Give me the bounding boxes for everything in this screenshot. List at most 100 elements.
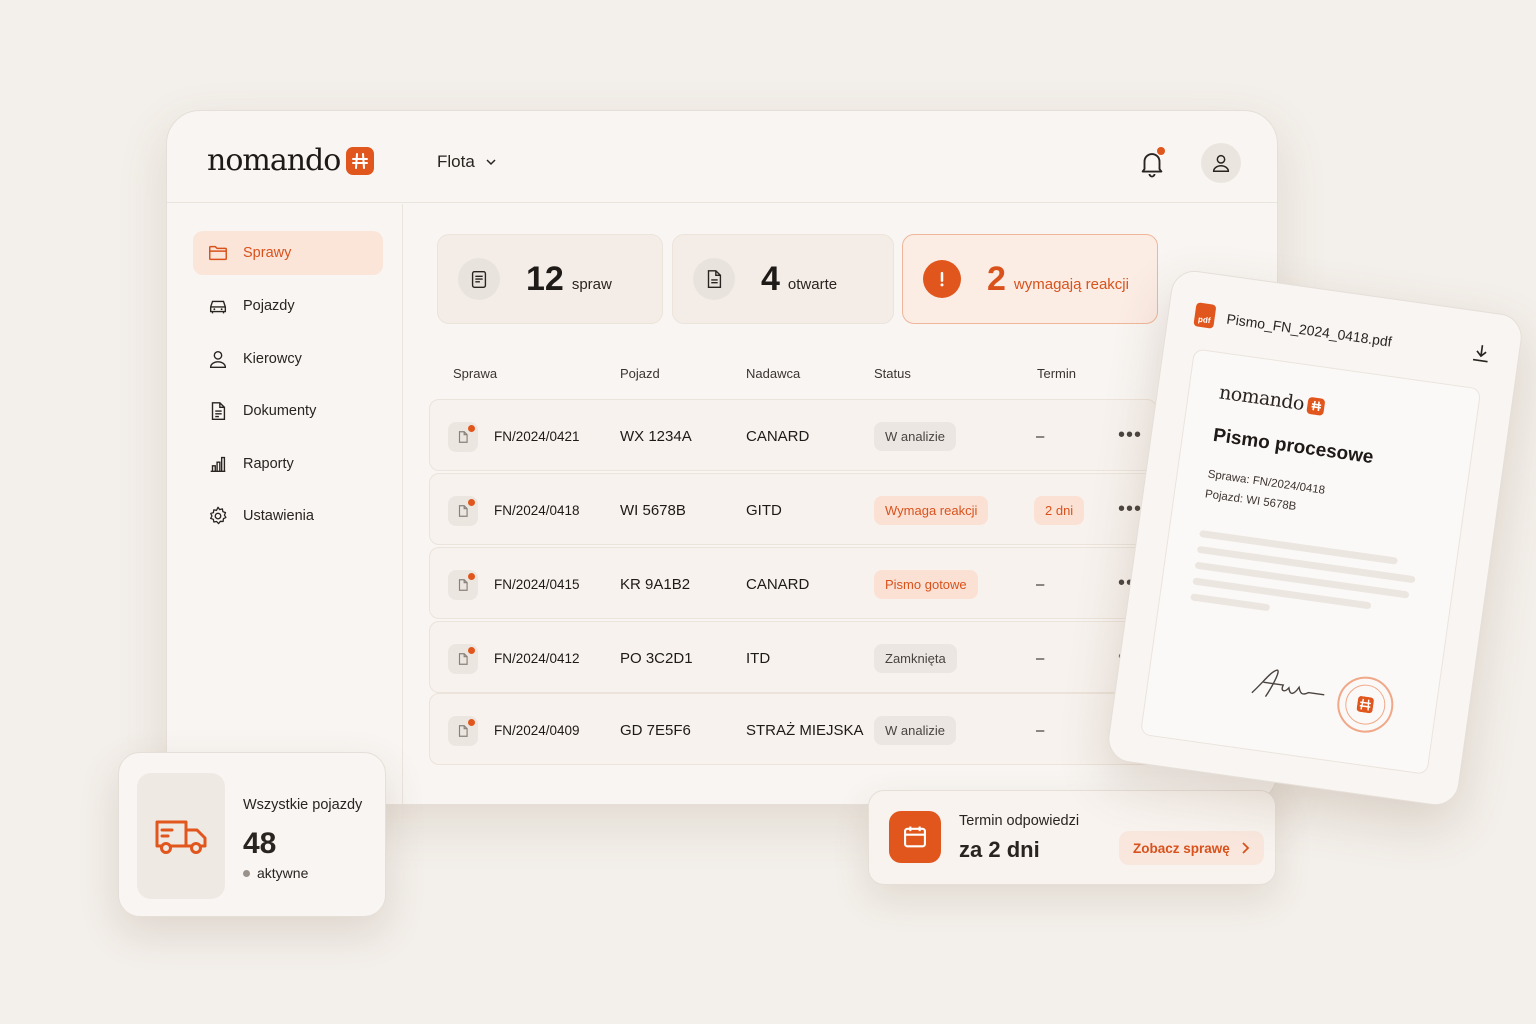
case-id[interactable]: FN/2024/0415	[494, 548, 580, 620]
brand-name: nomando	[207, 143, 341, 178]
case-id[interactable]: FN/2024/0418	[494, 474, 580, 546]
case-id[interactable]: FN/2024/0421	[494, 400, 580, 472]
sender: GITD	[746, 501, 782, 519]
document-brand-name: nomando	[1217, 381, 1306, 416]
column-header-vehicle[interactable]: Pojazd	[620, 366, 660, 381]
brand-mark-icon	[1306, 396, 1326, 416]
column-header-status[interactable]: Status	[874, 366, 911, 381]
vehicles-summary-card[interactable]: Wszystkie pojazdy 48 aktywne	[118, 752, 386, 917]
sender: ITD	[746, 649, 771, 667]
case-id[interactable]: FN/2024/0409	[494, 694, 580, 766]
sidebar-item-label: Dokumenty	[243, 403, 317, 419]
vehicles-status: aktywne	[243, 865, 308, 881]
document-icon	[448, 716, 478, 746]
stat-label: otwarte	[787, 275, 838, 293]
sidebar-item-ustawienia[interactable]: Ustawienia	[193, 494, 383, 538]
pdf-file-header: pdf Pismo_FN_2024_0418.pdf	[1193, 302, 1393, 353]
stat-card-attention[interactable]: 2 wymagają reakcji	[902, 234, 1158, 324]
gear-icon	[210, 506, 227, 525]
text-placeholder-line	[1190, 593, 1271, 612]
document-icon	[448, 644, 478, 674]
pdf-preview-card[interactable]: pdf Pismo_FN_2024_0418.pdf nomando Pismo…	[1105, 267, 1525, 809]
sidebar: Sprawy Pojazdy Kierowcy Dokumenty Raport…	[167, 204, 403, 804]
view-case-label: Zobacz sprawę	[1133, 840, 1230, 856]
case-id[interactable]: FN/2024/0412	[494, 622, 580, 694]
more-options-icon[interactable]: •••	[1118, 424, 1142, 447]
download-icon[interactable]	[1469, 341, 1494, 366]
table-row[interactable]: FN/2024/0421 WX 1234A CANARD W analizie …	[429, 399, 1157, 471]
user-avatar-button[interactable]	[1201, 143, 1241, 183]
deadline-card: Termin odpowiedzi za 2 dni Zobacz sprawę	[868, 790, 1276, 885]
fleet-selector-label: Flota	[437, 152, 475, 171]
status-badge: Zamknięta	[874, 643, 957, 673]
term-value: –	[1036, 575, 1045, 593]
stat-card-total[interactable]: 12 spraw	[437, 234, 663, 324]
truck-icon	[137, 773, 225, 899]
sidebar-item-kierowcy[interactable]: Kierowcy	[193, 337, 383, 381]
brand-logo[interactable]: nomando	[207, 143, 375, 178]
table-row[interactable]: FN/2024/0415 KR 9A1B2 CANARD Pismo gotow…	[429, 547, 1157, 619]
sender: CANARD	[746, 575, 810, 593]
stat-label: wymagają reakcji	[1013, 275, 1129, 293]
document-icon	[448, 422, 478, 452]
table-row[interactable]: FN/2024/0418 WI 5678B GITD Wymaga reakcj…	[429, 473, 1157, 545]
stat-value: 2	[987, 259, 1006, 298]
status-badge: W analizie	[874, 715, 956, 745]
chevron-down-icon	[486, 159, 496, 166]
column-header-term[interactable]: Termin	[1037, 366, 1076, 381]
sidebar-item-dokumenty[interactable]: Dokumenty	[193, 389, 383, 433]
clipboard-icon	[458, 258, 500, 300]
stamp-icon	[1333, 672, 1397, 737]
top-bar: nomando Flota	[167, 111, 1277, 203]
bar-chart-icon	[210, 456, 226, 473]
stat-label: spraw	[571, 275, 612, 293]
sidebar-item-pojazdy[interactable]: Pojazdy	[193, 284, 383, 328]
document-icon	[693, 258, 735, 300]
sidebar-item-raporty[interactable]: Raporty	[193, 442, 383, 486]
table-row[interactable]: FN/2024/0409 GD 7E5F6 STRAŻ MIEJSKA W an…	[429, 693, 1157, 765]
document-icon	[448, 570, 478, 600]
term-value: –	[1036, 427, 1045, 445]
sidebar-item-label: Kierowcy	[243, 351, 302, 367]
sidebar-item-label: Pojazdy	[243, 298, 295, 314]
sidebar-item-label: Raporty	[243, 456, 294, 472]
status-badge: W analizie	[874, 421, 956, 451]
term-value: –	[1036, 721, 1045, 739]
term-badge: 2 dni	[1034, 495, 1085, 525]
calendar-icon	[889, 811, 941, 863]
document-vehicle-line: Pojazd: WI 5678B	[1204, 488, 1298, 514]
table-row[interactable]: FN/2024/0412 PO 3C2D1 ITD Zamknięta – ••…	[429, 621, 1157, 693]
vehicles-card-title: Wszystkie pojazdy	[243, 797, 363, 813]
brand-mark-icon	[346, 146, 375, 175]
stat-value: 12	[526, 259, 564, 298]
term-value: –	[1036, 649, 1045, 667]
fleet-selector[interactable]: Flota	[437, 152, 497, 172]
user-icon	[1212, 154, 1230, 172]
view-case-button[interactable]: Zobacz sprawę	[1119, 831, 1264, 865]
document-brand-logo: nomando	[1218, 381, 1326, 418]
vehicles-count: 48	[243, 827, 277, 860]
sidebar-item-label: Sprawy	[243, 245, 292, 261]
vehicle-plate: WI 5678B	[620, 501, 686, 519]
chevron-right-icon	[1242, 842, 1250, 854]
app-window: nomando Flota Sprawy Pojazdy Kierowcy Do…	[166, 110, 1278, 805]
pdf-file-icon: pdf	[1193, 302, 1217, 329]
document-preview: nomando Pismo procesowe Sprawa: FN/2024/…	[1139, 348, 1482, 775]
pdf-filename[interactable]: Pismo_FN_2024_0418.pdf	[1226, 311, 1393, 350]
column-header-sender[interactable]: Nadawca	[746, 366, 800, 381]
sidebar-item-sprawy[interactable]: Sprawy	[193, 231, 383, 275]
stat-card-open[interactable]: 4 otwarte	[672, 234, 894, 324]
user-icon	[209, 350, 227, 368]
document-icon	[448, 496, 478, 526]
column-header-case[interactable]: Sprawa	[453, 366, 497, 381]
car-icon	[209, 300, 227, 314]
sidebar-item-label: Ustawienia	[243, 508, 314, 524]
signature-icon	[1251, 669, 1325, 698]
status-dot	[243, 869, 250, 877]
status-badge: Wymaga reakcji	[874, 495, 989, 525]
folder-icon	[209, 245, 227, 261]
deadline-title: Termin odpowiedzi	[959, 813, 1080, 829]
vehicle-plate: PO 3C2D1	[620, 649, 693, 667]
notification-dot	[1157, 147, 1165, 155]
status-badge: Pismo gotowe	[874, 569, 978, 599]
